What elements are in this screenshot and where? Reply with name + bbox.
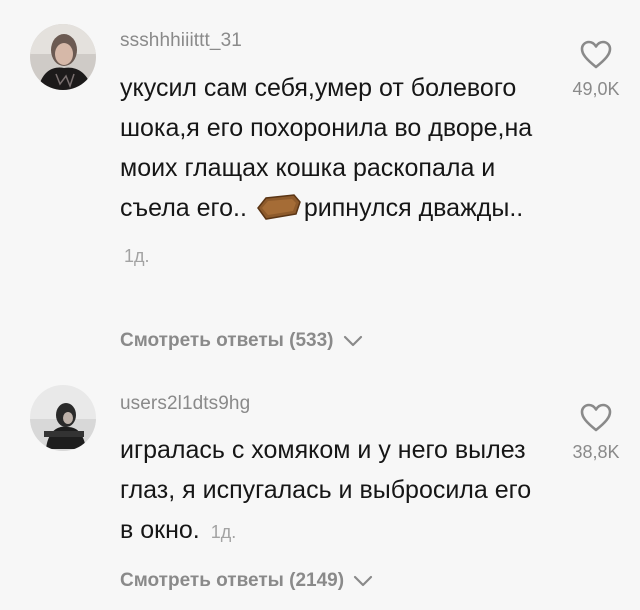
- comment-text: игралась с хомяком и у него вылез глаз, …: [120, 430, 550, 552]
- comment-text: укусил сам себя,умер от болевого шока,я …: [120, 68, 550, 276]
- comment-text-part: игралась с хомяком и у него вылез глаз, …: [120, 436, 532, 544]
- comment-username[interactable]: users2l1dts9hg: [120, 393, 250, 415]
- like-count: 38,8K: [572, 442, 620, 462]
- like-button[interactable]: 49,0K: [556, 40, 636, 100]
- view-replies-button[interactable]: Смотреть ответы (2149): [120, 570, 374, 592]
- comment-username[interactable]: ssshhhiiittt_31: [120, 30, 242, 52]
- comment-text-part: рипнулся дважды..: [303, 194, 524, 222]
- comment-timestamp: 1д.: [124, 246, 150, 266]
- view-replies-label: Смотреть ответы (2149): [120, 570, 345, 591]
- chevron-down-icon: [353, 575, 373, 587]
- comment-timestamp: 1д.: [210, 522, 237, 542]
- avatar[interactable]: [30, 24, 96, 90]
- coffin-emoji-icon: [256, 192, 302, 234]
- avatar[interactable]: [30, 385, 96, 451]
- view-replies-button[interactable]: Смотреть ответы (533): [120, 330, 364, 352]
- heart-outline-icon: [580, 40, 612, 69]
- chevron-down-icon: [343, 335, 362, 347]
- heart-outline-icon: [580, 403, 612, 432]
- like-button[interactable]: 38,8K: [556, 403, 636, 463]
- view-replies-label: Смотреть ответы (533): [120, 330, 334, 351]
- like-count: 49,0K: [572, 79, 620, 99]
